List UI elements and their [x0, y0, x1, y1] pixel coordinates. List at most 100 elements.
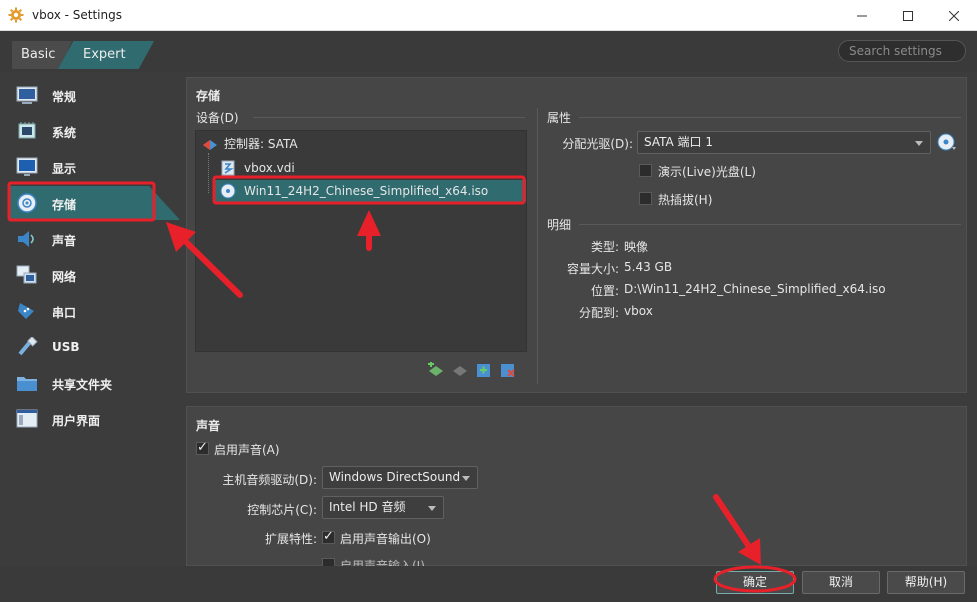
close-button[interactable]	[931, 0, 977, 31]
sidebar-item-label: 系统	[52, 126, 77, 140]
detail-value-location: D:\Win11_24H2_Chinese_Simplified_x64.iso	[624, 282, 886, 296]
detail-value-type: 映像	[624, 240, 649, 254]
maximize-icon	[903, 10, 913, 21]
optical-disc-icon	[220, 183, 236, 199]
ok-button[interactable]: 确定	[716, 571, 794, 594]
title-bar: vbox - Settings	[0, 0, 977, 31]
panel-title: 存储	[196, 89, 221, 103]
tree-disk-vdi[interactable]: vbox.vdi	[220, 157, 516, 179]
tree-label: Win11_24H2_Chinese_Simplified_x64.iso	[244, 184, 489, 198]
sidebar-item-label: 声音	[52, 234, 77, 248]
close-icon	[949, 10, 959, 21]
audio-driver-label: 主机音频驱动(D):	[222, 473, 317, 487]
system-icon	[18, 122, 36, 139]
detail-key: 容量大小:	[566, 262, 619, 276]
detail-key: 类型:	[590, 240, 619, 254]
divider	[579, 117, 961, 118]
general-icon	[16, 86, 38, 104]
dialog-button-bar: 确定 取消 帮助(H)	[0, 566, 977, 602]
sidebar-item-label: 常规	[52, 90, 77, 104]
sidebar-item-serial[interactable]: 串口	[8, 294, 180, 328]
shared-folder-icon	[17, 377, 37, 391]
enable-audio-label: 启用声音(A)	[214, 443, 280, 457]
help-button[interactable]: 帮助(H)	[887, 571, 965, 594]
live-cd-checkbox[interactable]	[639, 164, 652, 177]
minimize-button[interactable]	[839, 0, 885, 31]
sidebar-item-network[interactable]: 网络	[8, 258, 180, 292]
minimize-icon	[857, 15, 867, 16]
add-attachment-icon[interactable]	[475, 362, 493, 378]
tree-optical-iso[interactable]: Win11_24H2_Chinese_Simplified_x64.iso	[214, 180, 526, 202]
live-cd-label: 演示(Live)光盘(L)	[658, 165, 756, 179]
optical-drive-value: SATA 端口 1	[644, 135, 713, 149]
storage-tree[interactable]: 控制器: SATA vbox.vdi Win11_24H2_Chinese_Si…	[195, 130, 527, 352]
sidebar-item-label: 共享文件夹	[52, 378, 113, 392]
remove-attachment-icon[interactable]	[499, 362, 517, 378]
add-controller-icon[interactable]	[427, 362, 445, 378]
detail-value-size: 5.43 GB	[624, 260, 673, 274]
chevron-down-icon	[428, 506, 436, 511]
sidebar-item-label: 用户界面	[52, 414, 101, 428]
usb-icon	[18, 337, 38, 356]
audio-icon	[18, 231, 34, 247]
tree-label: 控制器: SATA	[224, 137, 298, 151]
mode-expert-tab[interactable]: Expert	[58, 41, 154, 69]
sidebar-item-label: 串口	[52, 306, 77, 320]
user-interface-icon	[16, 409, 38, 428]
panel-divider	[537, 108, 538, 384]
details-title: 明细	[547, 218, 572, 232]
network-icon	[16, 265, 37, 284]
detail-value-attached: vbox	[624, 304, 653, 318]
panel-title: 声音	[196, 419, 221, 433]
audio-controller-value: Intel HD 音频	[329, 500, 406, 514]
audio-driver-select[interactable]: Windows DirectSound	[322, 466, 478, 489]
storage-icon	[17, 193, 37, 213]
storage-panel: 存储 设备(D) 控制器: SATA vbox.vdi Win11_24H2_C…	[186, 77, 967, 393]
detail-key: 分配到:	[578, 306, 619, 320]
sidebar-item-label: 存储	[52, 198, 77, 212]
audio-driver-value: Windows DirectSound	[329, 470, 461, 484]
sidebar-item-audio[interactable]: 声音	[8, 222, 180, 256]
hard-disk-icon	[221, 160, 235, 176]
sidebar-item-general[interactable]: 常规	[8, 78, 180, 112]
sidebar-item-system[interactable]: 系统	[8, 114, 180, 148]
mode-bar: Basic Expert Search settings	[0, 31, 977, 72]
hotplug-label: 热插拔(H)	[658, 193, 713, 207]
maximize-button[interactable]	[885, 0, 931, 31]
sidebar-item-usb[interactable]: USB	[8, 330, 180, 364]
extended-features-label: 扩展特性:	[264, 532, 317, 546]
tree-connector	[208, 153, 209, 193]
optical-drive-label: 分配光驱(D):	[562, 137, 633, 151]
audio-controller-label: 控制芯片(C):	[247, 503, 317, 517]
optical-drive-select[interactable]: SATA 端口 1	[637, 131, 931, 154]
sidebar-item-shared-folders[interactable]: 共享文件夹	[8, 366, 180, 400]
sidebar-item-display[interactable]: 显示	[8, 150, 180, 184]
chevron-down-icon	[915, 141, 923, 146]
window-title: vbox - Settings	[32, 8, 122, 22]
tree-label: vbox.vdi	[244, 161, 295, 175]
choose-disk-icon[interactable]	[937, 132, 957, 152]
sidebar-item-user-interface[interactable]: 用户界面	[8, 402, 180, 436]
enable-output-checkbox[interactable]	[322, 529, 335, 544]
hotplug-checkbox[interactable]	[639, 192, 652, 205]
sidebar-item-storage[interactable]: 存储	[8, 186, 180, 220]
display-icon	[16, 157, 38, 176]
divider	[253, 117, 525, 118]
sidebar-item-label: 网络	[52, 270, 77, 284]
controller-icon	[203, 140, 217, 150]
tree-controller-sata[interactable]: 控制器: SATA	[200, 133, 520, 155]
chevron-down-icon	[462, 476, 470, 481]
remove-controller-icon[interactable]	[451, 362, 469, 378]
sidebar-item-label: USB	[52, 340, 80, 354]
enable-output-label: 启用声音输出(O)	[340, 532, 431, 546]
detail-key: 位置:	[590, 284, 619, 298]
enable-audio-checkbox[interactable]	[196, 440, 209, 455]
audio-controller-select[interactable]: Intel HD 音频	[322, 496, 444, 519]
search-input[interactable]: Search settings	[838, 40, 966, 62]
settings-sidebar: 常规 系统 显示 存储 声音 网络 串口 USB 共享文件夹 用户界面	[0, 72, 180, 602]
cancel-button[interactable]: 取消	[802, 571, 880, 594]
audio-panel: 声音 启用声音(A) 主机音频驱动(D): Windows DirectSoun…	[186, 406, 967, 571]
sidebar-item-label: 显示	[52, 162, 77, 176]
divider	[579, 224, 961, 225]
attributes-title: 属性	[547, 111, 572, 125]
